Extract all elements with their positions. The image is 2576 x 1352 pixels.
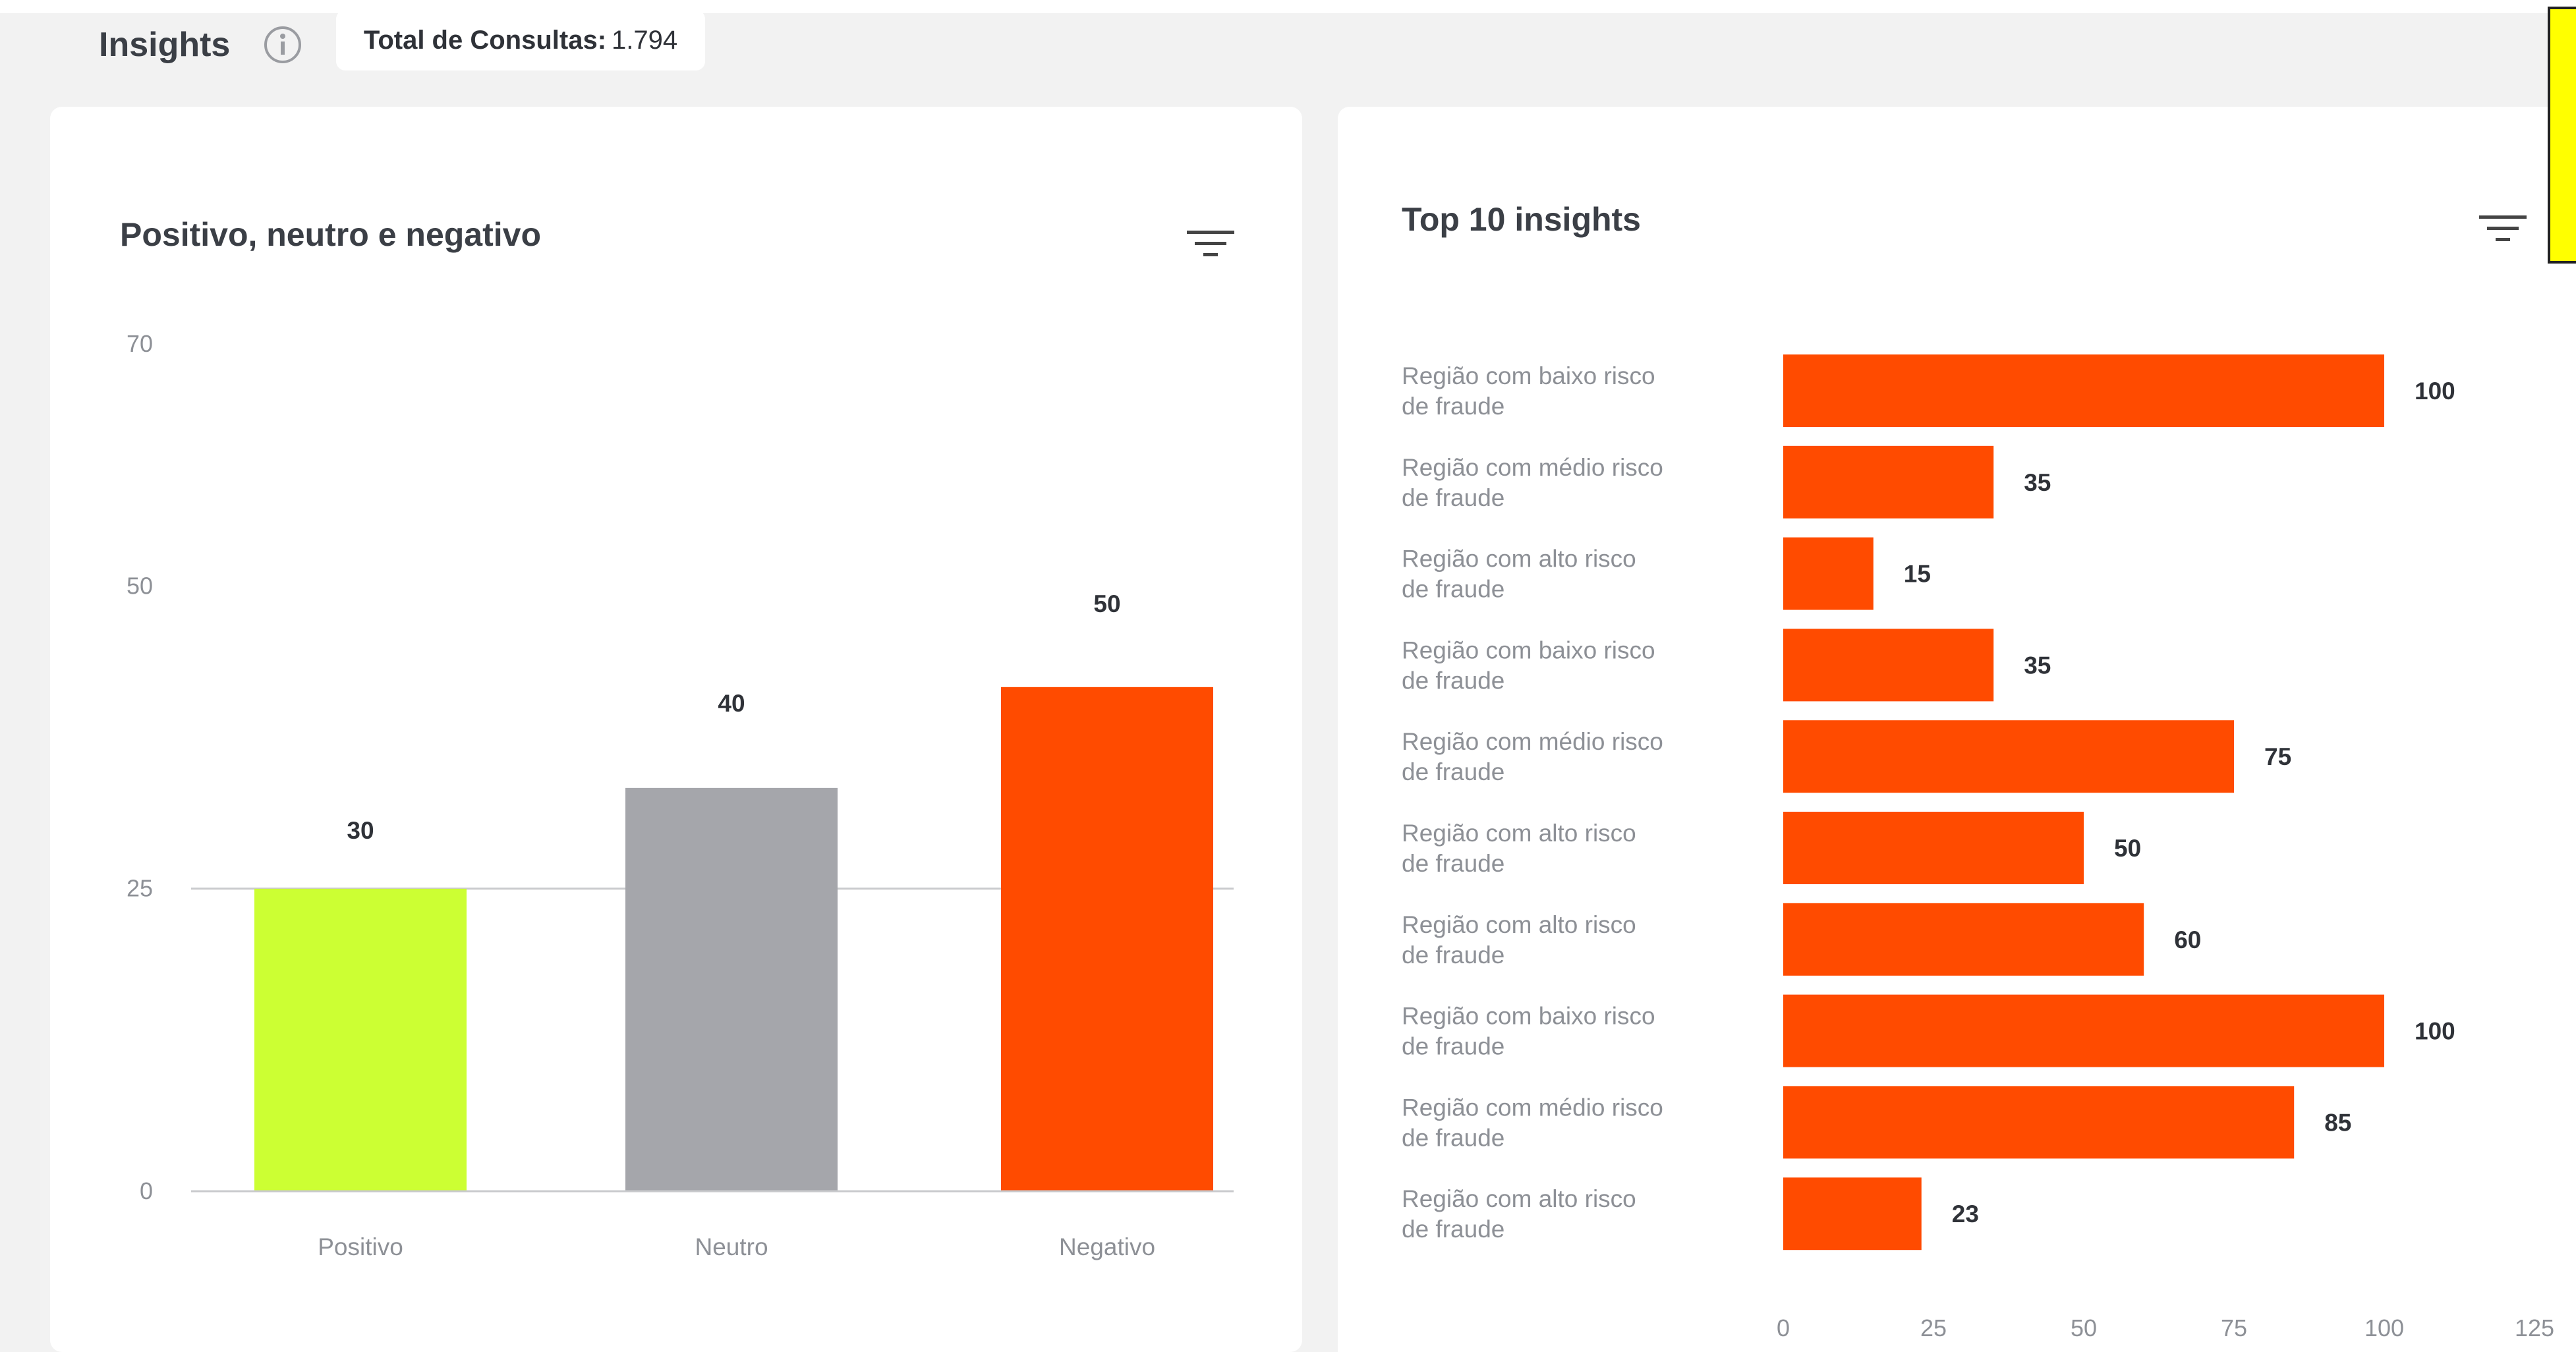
y-category-label: de fraude [1402,758,1504,785]
yellow-highlight-marker [2548,7,2576,264]
top-insights-bar-chart: Região com baixo risco de fraude 100 Região… [1402,354,2554,1341]
y-category-label: Região com médio risco [1402,454,1663,481]
bar-value-label: 60 [2174,926,2201,953]
x-tick-label: 25 [1920,1314,1947,1341]
y-category-label: Região com baixo risco [1402,362,1655,389]
y-category-label: de fraude [1402,576,1504,603]
y-category-label: de fraude [1402,1124,1504,1151]
y-category-label: Região com baixo risco [1402,1003,1655,1030]
bar-value-label: 100 [2415,1018,2455,1045]
x-tick-label: 100 [2364,1314,2404,1341]
bar-value-label: 23 [1952,1200,1979,1227]
y-category-label: Região com baixo risco [1402,636,1655,663]
y-category-label: de fraude [1402,850,1504,877]
y-category-label: de fraude [1402,1033,1504,1060]
insight-bar [1783,354,2384,427]
bar-value-label: 85 [2324,1109,2351,1136]
x-tick-label: 75 [2221,1314,2247,1341]
y-category-label: de fraude [1402,393,1504,420]
bar-value-label: 35 [2024,652,2051,679]
insight-bar [1783,1086,2295,1159]
bar-value-label: 75 [2264,743,2291,770]
y-category-label: de fraude [1402,1216,1504,1243]
insight-bar [1783,445,1994,519]
y-category-label: Região com alto risco [1402,546,1636,573]
insight-bar [1783,812,2084,884]
bar-value-label: 50 [2114,835,2141,862]
insight-bar [1783,537,1874,610]
insight-bar [1783,903,2144,976]
x-tick-label: 125 [2515,1314,2554,1341]
y-category-label: Região com alto risco [1402,820,1636,847]
x-tick-label: 50 [2071,1314,2097,1341]
insight-bar [1783,629,1994,702]
y-category-label: Região com alto risco [1402,911,1636,938]
insight-bar [1783,720,2234,793]
bar-value-label: 35 [2024,469,2051,496]
insight-bar [1783,1177,1922,1251]
y-category-label: Região com médio risco [1402,728,1663,755]
bar-value-label: 15 [1904,561,1931,588]
y-category-label: de fraude [1402,942,1504,969]
y-category-label: de fraude [1402,484,1504,511]
insight-bar [1783,994,2384,1067]
x-tick-label: 0 [1777,1314,1790,1341]
y-category-label: de fraude [1402,667,1504,694]
y-category-label: Região com médio risco [1402,1094,1663,1121]
bar-value-label: 100 [2415,378,2455,405]
y-category-label: Região com alto risco [1402,1185,1636,1212]
